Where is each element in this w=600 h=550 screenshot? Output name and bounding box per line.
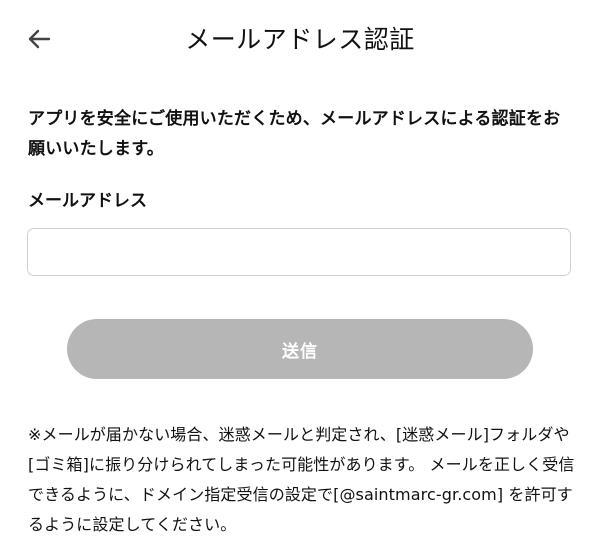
delivery-note: ※メールが届かない場合、迷惑メールと判定され、[迷惑メール]フォルダや[ゴミ箱]… (28, 425, 575, 534)
header: メールアドレス認証 (0, 0, 600, 80)
intro-text: アプリを安全にご使用いただくため、メールアドレスによる認証をお願いいたします。 (28, 109, 561, 159)
email-label: メールアドレス (28, 191, 147, 211)
email-verification-screen: メールアドレス認証 アプリを安全にご使用いただくため、メールアドレスによる認証を… (0, 0, 600, 550)
email-input[interactable] (27, 228, 571, 276)
submit-button[interactable]: 送信 (67, 319, 533, 379)
page-title: メールアドレス認証 (185, 25, 415, 54)
